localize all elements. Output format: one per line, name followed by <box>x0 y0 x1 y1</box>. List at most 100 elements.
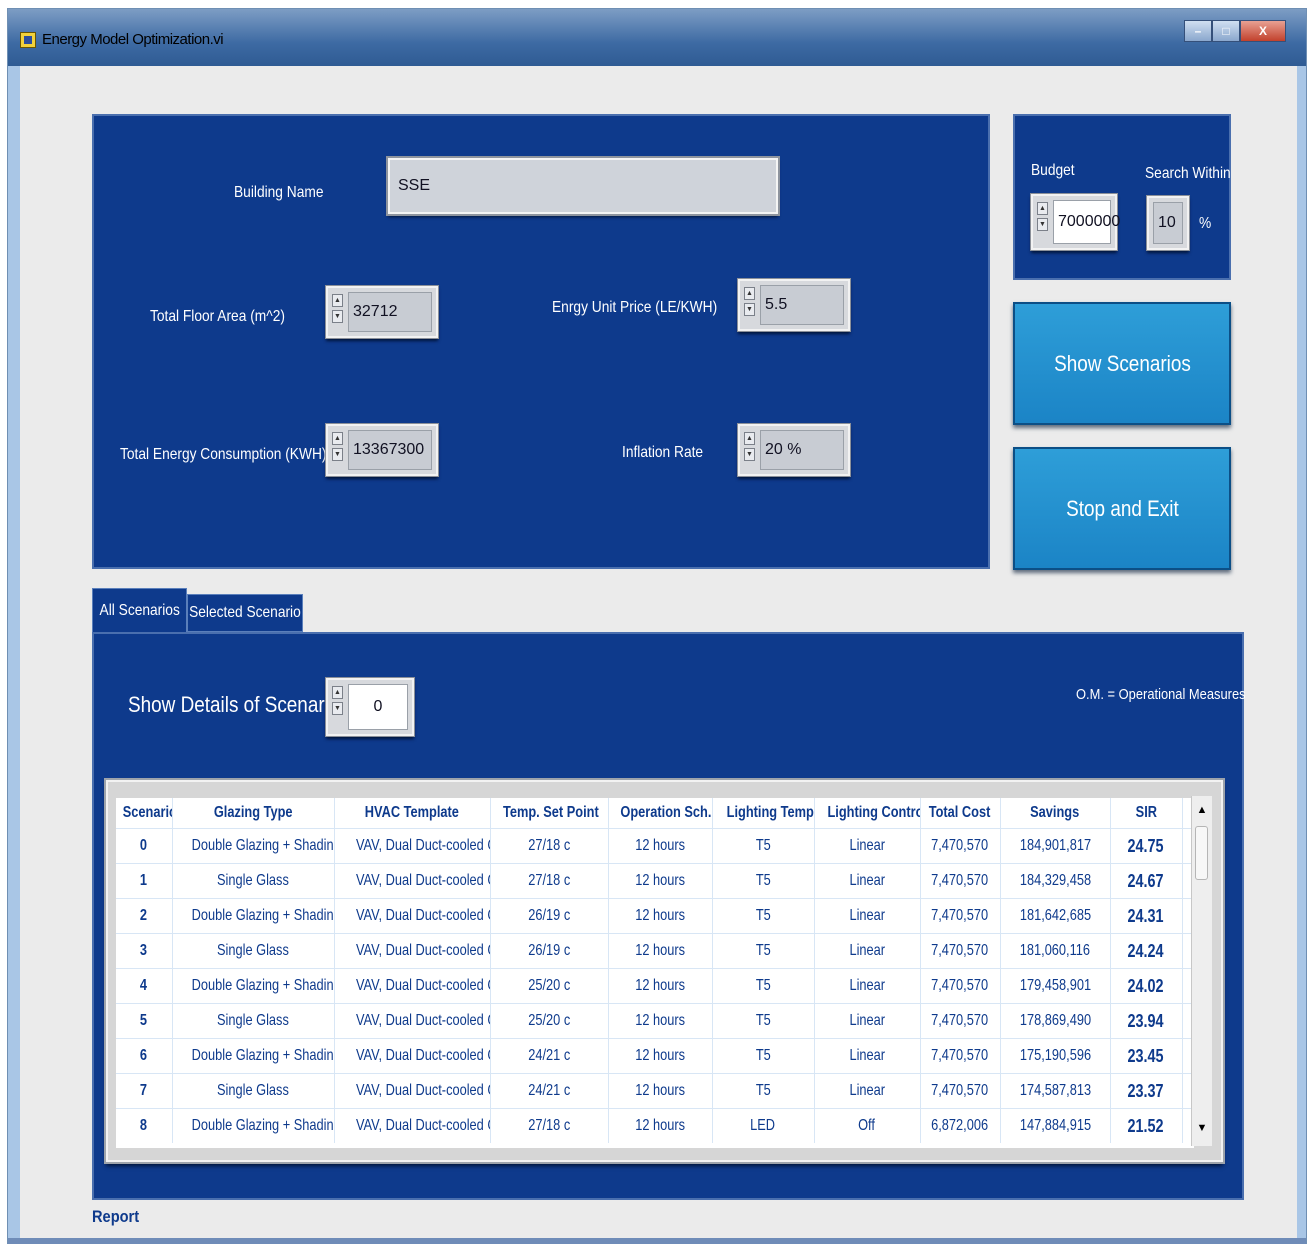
table-cell: 4 <box>116 968 173 1004</box>
show-details-spinner[interactable]: ▲ ▼ <box>332 686 343 715</box>
scroll-down-arrow-icon[interactable]: ▼ <box>1192 1118 1212 1138</box>
show-scenarios-button[interactable]: Show Scenarios <box>1013 302 1231 425</box>
energy-consumption-input[interactable]: 13367300 <box>348 430 432 470</box>
table-cell: 23.37 <box>1110 1073 1183 1109</box>
show-details-input[interactable]: 0 <box>348 684 408 730</box>
app-icon <box>20 32 36 48</box>
table-cell: 24/21 c <box>490 1038 609 1074</box>
table-cell: 7 <box>116 1073 173 1109</box>
table-cell: VAV, Dual Duct-cooled Chiller <box>334 898 491 934</box>
column-header[interactable]: Temp. Set Point <box>490 798 609 829</box>
table-cell: T5 <box>712 828 815 864</box>
table-cell: LED <box>712 1108 815 1143</box>
floor-area-label: Total Floor Area (m^2) <box>150 308 285 325</box>
table-cell: Linear <box>814 863 921 899</box>
table-cell: 3 <box>116 933 173 969</box>
maximize-button[interactable]: □ <box>1212 20 1240 42</box>
spin-down-icon[interactable]: ▼ <box>744 303 755 316</box>
column-header[interactable]: SIR <box>1110 798 1183 829</box>
energy-consumption-spinner[interactable]: ▲ ▼ <box>332 432 343 461</box>
table-row[interactable]: 4 Double Glazing + Shading VAV, Dual Duct-… <box>116 968 1194 1004</box>
unit-price-input[interactable]: 5.5 <box>760 285 844 325</box>
stop-exit-button[interactable]: Stop and Exit <box>1013 447 1231 570</box>
inflation-rate-spinner[interactable]: ▲ ▼ <box>744 432 755 461</box>
budget-input[interactable]: 7000000 <box>1053 200 1120 244</box>
table-cell: 24.02 <box>1110 968 1183 1004</box>
table-cell: 7,470,570 <box>920 1038 1001 1074</box>
column-header[interactable]: Scenario <box>116 798 173 829</box>
table-cell: 12 hours <box>608 933 713 969</box>
input-panel: Building Name SSE Total Floor Area (m^2)… <box>92 114 990 569</box>
spin-down-icon[interactable]: ▼ <box>332 448 343 461</box>
building-name-label: Building Name <box>234 184 324 201</box>
table-row[interactable]: 1Single GlassVAV, Dual Duct-cooled Chill… <box>116 863 1194 899</box>
table-cell: 2 <box>116 898 173 934</box>
floor-area-input[interactable]: 32712 <box>348 292 432 332</box>
spin-up-icon[interactable]: ▲ <box>332 686 343 699</box>
table-cell: 12 hours <box>608 863 713 899</box>
spin-down-icon[interactable]: ▼ <box>1037 218 1048 231</box>
budget-spinner[interactable]: ▲ ▼ <box>1037 202 1048 231</box>
table-cell: T5 <box>712 898 815 934</box>
table-scrollbar[interactable]: ▲ ▼ <box>1191 796 1212 1146</box>
table-cell: Double Glazing + Shading <box>172 898 335 934</box>
table-row[interactable]: 8 Double Glazing + Shading VAV, Dual Duct-… <box>116 1108 1194 1143</box>
spin-down-icon[interactable]: ▼ <box>744 448 755 461</box>
unit-price-spinner[interactable]: ▲ ▼ <box>744 287 755 316</box>
table-cell: Linear <box>814 828 921 864</box>
table-row[interactable]: 2 Double Glazing + Shading VAV, Dual Duct-… <box>116 898 1194 934</box>
unit-price-control: ▲ ▼ 5.5 <box>738 279 850 331</box>
spin-up-icon[interactable]: ▲ <box>744 432 755 445</box>
column-header[interactable]: Total Cost <box>920 798 1001 829</box>
table-cell: 26/19 c <box>490 898 609 934</box>
table-cell: 8 <box>116 1108 173 1143</box>
table-cell: T5 <box>712 968 815 1004</box>
table-cell: Single Glass <box>172 1003 335 1039</box>
spin-up-icon[interactable]: ▲ <box>332 432 343 445</box>
table-cell: 12 hours <box>608 968 713 1004</box>
column-header[interactable]: Savings <box>1000 798 1111 829</box>
floor-area-spinner[interactable]: ▲ ▼ <box>332 294 343 323</box>
spin-up-icon[interactable]: ▲ <box>744 287 755 300</box>
inflation-rate-input[interactable]: 20 % <box>760 430 844 470</box>
spin-up-icon[interactable]: ▲ <box>332 294 343 307</box>
table-cell: 27/18 c <box>490 863 609 899</box>
tab-selected-scenario[interactable]: Selected Scenario <box>187 594 303 632</box>
table-cell: 24.75 <box>1110 828 1183 864</box>
spin-down-icon[interactable]: ▼ <box>332 310 343 323</box>
spin-down-icon[interactable]: ▼ <box>332 702 343 715</box>
close-button[interactable]: X <box>1240 20 1286 42</box>
table-cell: 27/18 c <box>490 828 609 864</box>
table-row[interactable]: 7Single GlassVAV, Dual Duct-cooled Chill… <box>116 1073 1194 1109</box>
spin-up-icon[interactable]: ▲ <box>1037 202 1048 215</box>
table-cell: Double Glazing + Shading <box>172 1108 335 1143</box>
column-header[interactable]: Operation Sch. <box>608 798 713 829</box>
table-cell: 25/20 c <box>490 1003 609 1039</box>
scroll-thumb[interactable] <box>1195 826 1208 880</box>
table-cell: VAV, Dual Duct-cooled Chiller <box>334 1038 491 1074</box>
table-row[interactable]: 0 Double Glazing + Shading VAV, Dual Duct-… <box>116 828 1194 864</box>
budget-label: Budget <box>1031 162 1075 179</box>
table-cell: VAV, Dual Duct-cooled Chiller <box>334 828 491 864</box>
table-cell: 12 hours <box>608 898 713 934</box>
minimize-button[interactable]: – <box>1184 20 1212 42</box>
scroll-up-arrow-icon[interactable]: ▲ <box>1192 800 1212 820</box>
table-cell: Linear <box>814 1003 921 1039</box>
column-header[interactable]: Glazing Type <box>172 798 335 829</box>
building-name-field[interactable]: SSE <box>388 158 778 214</box>
table-cell: Linear <box>814 968 921 1004</box>
table-cell: T5 <box>712 1003 815 1039</box>
column-header[interactable]: Lighting Template <box>712 798 815 829</box>
table-cell: Linear <box>814 1038 921 1074</box>
scenarios-table-viewport: Scenario Glazing Type HVAC Template Temp… <box>116 798 1194 1148</box>
table-row[interactable]: 3Single GlassVAV, Dual Duct-cooled Chill… <box>116 933 1194 969</box>
table-cell: 147,884,915 <box>1000 1108 1111 1143</box>
table-cell: 179,458,901 <box>1000 968 1111 1004</box>
tab-all-scenarios[interactable]: All Scenarios <box>92 588 187 632</box>
table-row[interactable]: 6 Double Glazing + Shading VAV, Dual Duct-… <box>116 1038 1194 1074</box>
search-within-input[interactable]: 10 <box>1153 202 1183 244</box>
table-row[interactable]: 5Single GlassVAV, Dual Duct-cooled Chill… <box>116 1003 1194 1039</box>
column-header[interactable]: HVAC Template <box>334 798 491 829</box>
window-bottom-edge <box>8 1238 1306 1244</box>
column-header[interactable]: Lighting Control <box>814 798 921 829</box>
